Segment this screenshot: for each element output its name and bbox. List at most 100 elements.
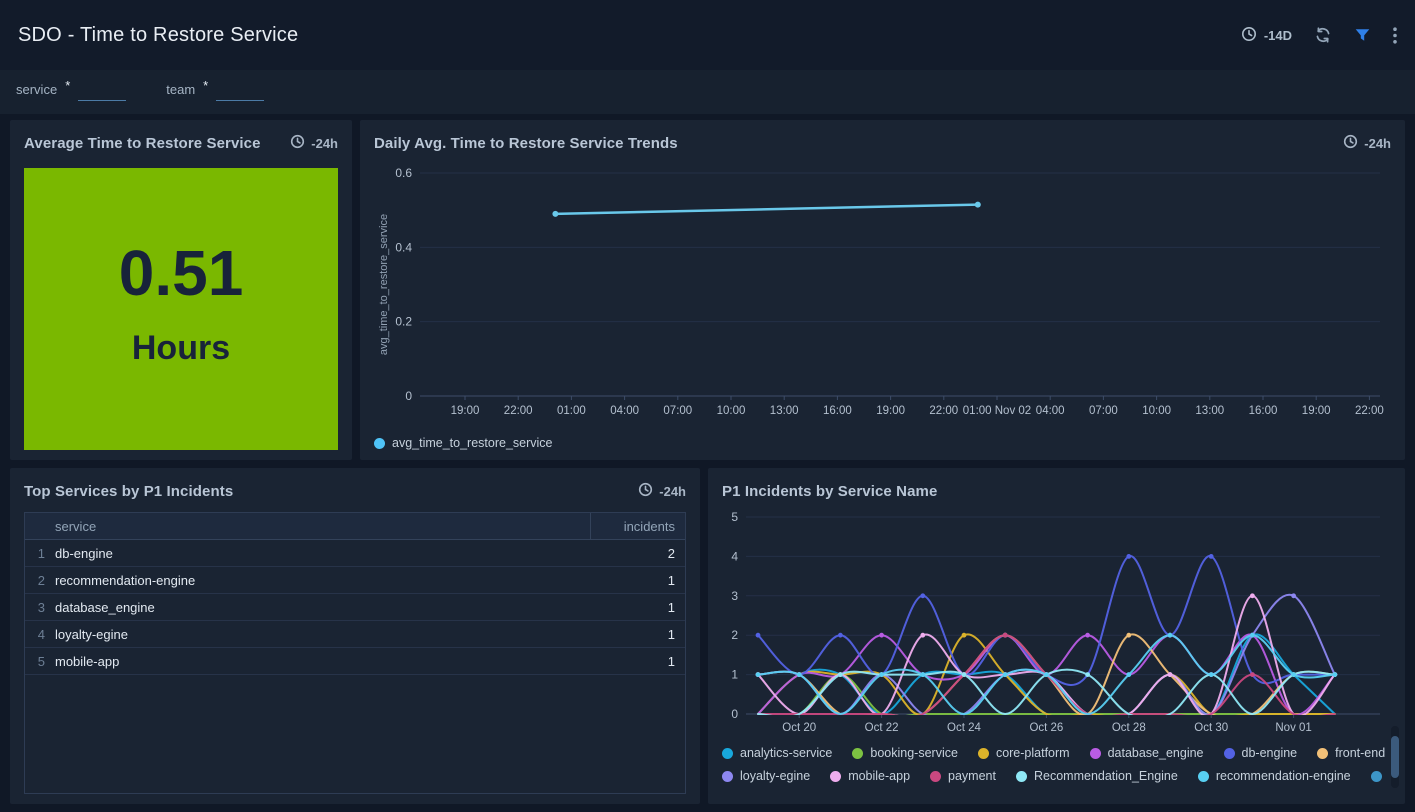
legend-dot-icon (978, 748, 989, 759)
panel-top-services: Top Services by P1 Incidents -24h servic… (10, 468, 700, 804)
panel-time-badge[interactable]: -24h (290, 134, 338, 152)
legend-dot-icon (722, 771, 733, 782)
svg-text:Oct 30: Oct 30 (1194, 722, 1228, 734)
legend-label: recommendation-engine (1216, 769, 1351, 783)
clock-icon (1241, 26, 1257, 45)
legend-item[interactable]: loyalty-egine (722, 769, 810, 783)
svg-text:avg_time_to_restore_service: avg_time_to_restore_service (378, 214, 390, 355)
legend-label: loyalty-egine (740, 769, 810, 783)
column-header-incidents[interactable]: incidents (590, 513, 685, 539)
legend-item[interactable]: analytics-service (722, 746, 832, 760)
legend-label: Recommendation_Engine (1034, 769, 1178, 783)
svg-text:1: 1 (731, 668, 738, 682)
svg-text:5: 5 (731, 510, 738, 524)
table-row[interactable]: 3database_engine1 (25, 594, 685, 621)
svg-text:10:00: 10:00 (717, 405, 746, 417)
legend-item[interactable]: mobile-app (830, 769, 910, 783)
clock-icon (1343, 134, 1358, 152)
row-incidents: 1 (590, 600, 685, 615)
refresh-button[interactable] (1314, 26, 1332, 44)
legend-item[interactable]: recommendation-engine (1198, 769, 1351, 783)
legend-dot-icon (722, 748, 733, 759)
svg-text:01:00: 01:00 (557, 405, 586, 417)
legend-dot-icon (1198, 771, 1209, 782)
svg-text:07:00: 07:00 (663, 405, 692, 417)
svg-text:22:00: 22:00 (929, 405, 958, 417)
svg-text:Oct 22: Oct 22 (865, 722, 899, 734)
legend-label: front-end (1335, 746, 1385, 760)
row-incidents: 1 (590, 573, 685, 588)
row-rank: 4 (25, 627, 55, 642)
trends-line-chart[interactable]: 0.60.40.20avg_time_to_restore_service19:… (374, 156, 1387, 422)
filter-label-team: team (166, 82, 195, 101)
legend-label: analytics-service (740, 746, 832, 760)
row-incidents: 1 (590, 627, 685, 642)
legend-item[interactable]: avg_time_to_restore_service (374, 436, 553, 450)
legend-dot-icon (1371, 771, 1382, 782)
dashboard-time-range-button[interactable]: -14D (1241, 26, 1292, 45)
row-service: loyalty-egine (55, 627, 590, 642)
metric-value: 0.51 (119, 241, 244, 305)
table-row[interactable]: 5mobile-app1 (25, 648, 685, 675)
legend-label: booking-service (870, 746, 958, 760)
panel-time-badge[interactable]: -24h (1343, 134, 1391, 152)
svg-text:04:00: 04:00 (1036, 405, 1065, 417)
incident-table-body: 1db-engine22recommendation-engine13datab… (25, 540, 685, 675)
p1-incidents-line-chart[interactable]: 543210Oct 20Oct 22Oct 24Oct 26Oct 28Oct … (722, 504, 1387, 736)
legend-dot-icon (374, 438, 385, 449)
legend-item[interactable]: payment (930, 769, 996, 783)
page-title: SDO - Time to Restore Service (18, 24, 298, 47)
filter-field-team: team * (166, 78, 264, 101)
single-value-tile[interactable]: 0.51 Hours (24, 168, 338, 450)
trends-legend: avg_time_to_restore_service (374, 436, 1391, 450)
clock-icon (290, 134, 305, 152)
clock-icon (638, 482, 653, 500)
svg-text:04:00: 04:00 (610, 405, 639, 417)
legend-item-partial[interactable] (1371, 771, 1382, 782)
legend-dot-icon (1317, 748, 1328, 759)
legend-item[interactable]: booking-service (852, 746, 958, 760)
table-row[interactable]: 4loyalty-egine1 (25, 621, 685, 648)
svg-text:0.2: 0.2 (395, 315, 412, 329)
row-incidents: 1 (590, 654, 685, 669)
required-marker: * (203, 78, 208, 101)
legend-item[interactable]: front-end (1317, 746, 1385, 760)
svg-text:19:00: 19:00 (1302, 405, 1331, 417)
svg-text:16:00: 16:00 (823, 405, 852, 417)
panel-daily-avg-trends: Daily Avg. Time to Restore Service Trend… (360, 120, 1405, 460)
row-service: mobile-app (55, 654, 590, 669)
panel-average-time-to-restore: Average Time to Restore Service -24h 0.5… (10, 120, 352, 460)
metric-unit: Hours (132, 331, 230, 365)
svg-text:Oct 28: Oct 28 (1112, 722, 1146, 734)
table-row[interactable]: 1db-engine2 (25, 540, 685, 567)
refresh-icon (1314, 26, 1332, 44)
legend-item[interactable]: db-engine (1224, 746, 1298, 760)
svg-text:22:00: 22:00 (1355, 405, 1384, 417)
service-filter-input[interactable] (78, 79, 126, 101)
svg-text:2: 2 (731, 628, 738, 642)
legend-item[interactable]: Recommendation_Engine (1016, 769, 1178, 783)
filter-bar: service * team * (0, 70, 1415, 114)
svg-text:Oct 26: Oct 26 (1029, 722, 1063, 734)
svg-text:01:00 Nov 02: 01:00 Nov 02 (963, 405, 1031, 417)
row-rank: 1 (25, 546, 55, 561)
svg-text:3: 3 (731, 589, 738, 603)
panel-title: Daily Avg. Time to Restore Service Trend… (374, 135, 678, 152)
legend-label: avg_time_to_restore_service (392, 436, 553, 450)
legend-label: db-engine (1242, 746, 1298, 760)
column-header-service[interactable]: service (55, 519, 590, 534)
legend-item[interactable]: core-platform (978, 746, 1070, 760)
legend-dot-icon (930, 771, 941, 782)
legend-dot-icon (830, 771, 841, 782)
row-service: db-engine (55, 546, 590, 561)
panel-time-badge[interactable]: -24h (638, 482, 686, 500)
kebab-menu-button[interactable] (1393, 27, 1397, 44)
row-service: database_engine (55, 600, 590, 615)
team-filter-input[interactable] (216, 79, 264, 101)
filter-button[interactable] (1354, 27, 1371, 43)
legend-scrollbar-thumb[interactable] (1391, 736, 1399, 778)
panel-title: Average Time to Restore Service (24, 135, 261, 152)
table-row[interactable]: 2recommendation-engine1 (25, 567, 685, 594)
svg-text:22:00: 22:00 (504, 405, 533, 417)
legend-item[interactable]: database_engine (1090, 746, 1204, 760)
